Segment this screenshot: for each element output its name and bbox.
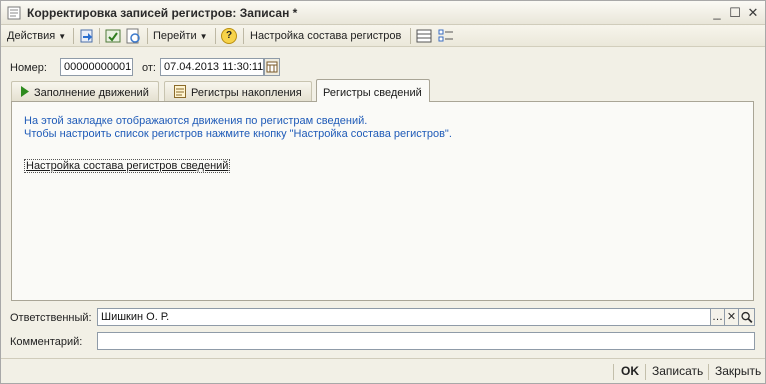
- date-label: от:: [142, 62, 156, 74]
- document-icon: [7, 6, 21, 20]
- comment-label: Комментарий:: [10, 336, 83, 348]
- register-icon: [174, 85, 186, 98]
- responsible-label: Ответственный:: [10, 312, 92, 324]
- maximize-button[interactable]: ☐: [727, 5, 743, 21]
- registers-setup-button[interactable]: Настройка состава регистров: [250, 27, 401, 45]
- tab-accumulation-registers[interactable]: Регистры накопления: [164, 81, 312, 101]
- ok-button[interactable]: OK: [621, 364, 639, 378]
- help-button[interactable]: ?: [221, 28, 237, 44]
- select-button[interactable]: …: [711, 308, 725, 326]
- save-doc-icon[interactable]: [105, 28, 121, 44]
- close-button[interactable]: Закрыть: [715, 364, 761, 378]
- post-and-close-icon[interactable]: [79, 28, 95, 44]
- goto-menu-button[interactable]: Перейти ▼: [153, 27, 208, 45]
- info-text-line-1: На этой закладке отображаются движения п…: [24, 115, 368, 127]
- date-field[interactable]: 07.04.2013 11:30:11: [160, 58, 264, 76]
- actions-menu-button[interactable]: Действия ▼: [7, 27, 66, 45]
- document-window: Корректировка записей регистров: Записан…: [0, 0, 766, 384]
- actions-menu-label: Действия: [7, 30, 56, 42]
- footer-divider: [708, 364, 709, 380]
- number-field[interactable]: 00000000001: [60, 58, 133, 76]
- toolbar: Действия ▼ Перейти ▼ ? Настройка состава…: [1, 25, 765, 47]
- goto-menu-label: Перейти: [153, 30, 197, 42]
- footer-divider: [613, 364, 614, 380]
- close-window-button[interactable]: ✕: [745, 5, 761, 21]
- tab-label: Регистры сведений: [323, 87, 422, 99]
- toolbar-divider: [73, 28, 74, 44]
- tab-label: Заполнение движений: [34, 87, 149, 99]
- toolbar-divider: [243, 28, 244, 44]
- responsible-field[interactable]: Шишкин О. Р.: [97, 308, 711, 326]
- window-title: Корректировка записей регистров: Записан…: [27, 6, 298, 20]
- title-bar: Корректировка записей регистров: Записан…: [1, 1, 765, 25]
- tab-info-registers[interactable]: Регистры сведений: [316, 79, 430, 102]
- chevron-down-icon: ▼: [199, 32, 208, 41]
- number-label: Номер:: [10, 62, 47, 74]
- chevron-down-icon: ▼: [58, 32, 67, 41]
- tab-fill-movements[interactable]: Заполнение движений: [11, 81, 159, 101]
- info-registers-setup-link[interactable]: Настройка состава регистров сведений: [24, 159, 231, 173]
- checklist-icon[interactable]: [438, 28, 454, 44]
- footer-divider: [645, 364, 646, 380]
- save-button[interactable]: Записать: [652, 364, 703, 378]
- calendar-icon[interactable]: [264, 58, 280, 76]
- table-structure-icon[interactable]: [416, 28, 432, 44]
- tab-label: Регистры накопления: [191, 87, 302, 99]
- play-icon: [21, 86, 29, 97]
- refresh-icon[interactable]: [125, 28, 141, 44]
- toolbar-divider: [99, 28, 100, 44]
- minimize-button[interactable]: _: [709, 5, 725, 21]
- info-text-line-2: Чтобы настроить список регистров нажмите…: [24, 128, 452, 140]
- toolbar-divider: [410, 28, 411, 44]
- toolbar-divider: [215, 28, 216, 44]
- search-icon[interactable]: [739, 308, 755, 326]
- footer-bar: OK Записать Закрыть: [1, 358, 765, 383]
- comment-field[interactable]: [97, 332, 755, 350]
- info-registers-panel: На этой закладке отображаются движения п…: [11, 101, 754, 301]
- clear-icon[interactable]: ✕: [725, 308, 739, 326]
- toolbar-divider: [147, 28, 148, 44]
